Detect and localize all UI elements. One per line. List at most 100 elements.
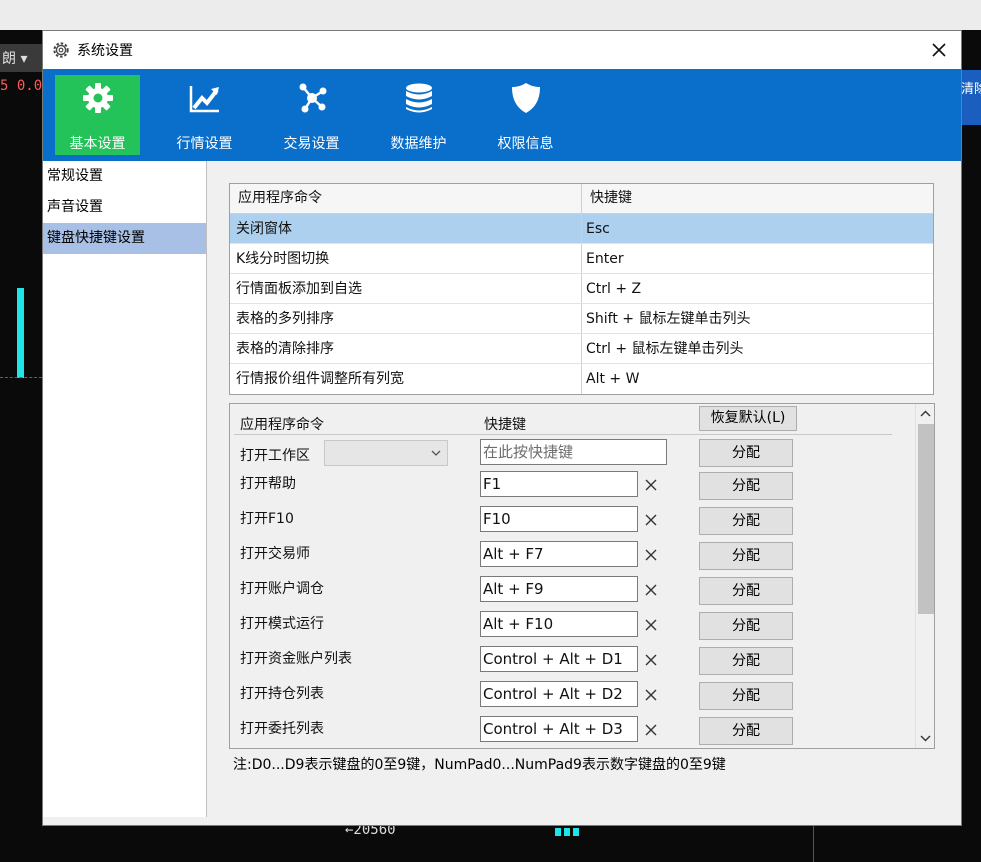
shortcut-input[interactable]: Alt + F10 [480,611,638,637]
row-shortcut: Enter [586,251,624,267]
clear-icon[interactable] [644,478,658,492]
tab-label: 基本设置 [69,136,126,152]
tab-market-settings[interactable]: 行情设置 [162,75,247,155]
tab-label: 交易设置 [283,136,340,152]
workspace-label: 打开工作区 [240,448,310,464]
assign-button[interactable]: 分配 [699,439,793,467]
row-shortcut: Ctrl + 鼠标左键单击列头 [586,341,744,357]
clear-icon[interactable] [644,618,658,632]
workspace-select[interactable] [324,440,448,466]
tab-data-maintenance[interactable]: 数据维护 [376,75,461,155]
clear-icon[interactable] [644,688,658,702]
settings-content: 应用程序命令 快捷键 关闭窗体 Esc K线分时图切换 Enter 行情面板添加… [208,161,961,825]
shortcut-input[interactable]: Control + Alt + D1 [480,646,638,672]
background-divider [813,825,814,862]
table-header: 应用程序命令 快捷键 [230,184,933,214]
system-settings-dialog: 系统设置 基本设置 行情设置 交易设置 数据维护 权限信息 常规设置 声音设置 … [42,30,962,826]
column-header-shortcut[interactable]: 快捷键 [582,184,933,213]
tab-permission-info[interactable]: 权限信息 [483,75,568,155]
shortcut-input[interactable]: F1 [480,471,638,497]
shortcut-assign-panel: 应用程序命令 快捷键 恢复默认(L) 打开工作区 在此按快捷键 分配 打开帮助 … [229,403,935,749]
shortcut-input[interactable]: Control + Alt + D2 [480,681,638,707]
tab-label: 行情设置 [176,136,233,152]
assign-button[interactable]: 分配 [699,507,793,535]
assign-button[interactable]: 分配 [699,542,793,570]
assign-header-shortcut: 快捷键 [484,417,526,433]
assign-row-command: 打开模式运行 [240,616,324,632]
shortcut-input[interactable]: F10 [480,506,638,532]
shield-icon [511,83,540,113]
table-row[interactable]: 表格的多列排序 Shift + 鼠标左键单击列头 [230,304,933,334]
clear-icon[interactable] [644,583,658,597]
header-divider [234,434,892,435]
background-quote-value: 5 0.0 [0,78,43,94]
sidebar-item-general[interactable]: 常规设置 [43,161,206,192]
restore-default-button[interactable]: 恢复默认(L) [699,406,797,431]
assign-button[interactable]: 分配 [699,612,793,640]
assign-header-command: 应用程序命令 [240,417,324,433]
assign-row-command: 打开交易师 [240,546,310,562]
tab-trade-settings[interactable]: 交易设置 [269,75,354,155]
row-command: 关闭窗体 [230,214,582,243]
shortcut-input[interactable]: Alt + F9 [480,576,638,602]
row-shortcut: Ctrl + Z [586,281,642,297]
assign-button[interactable]: 分配 [699,647,793,675]
gear-icon [82,83,113,113]
row-shortcut: Esc [586,221,610,237]
tab-label: 数据维护 [390,136,447,152]
clear-icon[interactable] [644,653,658,667]
tab-basic-settings[interactable]: 基本设置 [55,75,140,155]
assign-button[interactable]: 分配 [699,577,793,605]
row-command: 行情报价组件调整所有列宽 [230,364,582,394]
table-row[interactable]: 行情报价组件调整所有列宽 Alt + W [230,364,933,394]
column-header-command[interactable]: 应用程序命令 [230,184,582,213]
background-period-selector[interactable]: 朗 ▾ [0,44,42,72]
assign-row-command: 打开委托列表 [240,721,324,737]
assign-button[interactable]: 分配 [699,682,793,710]
chevron-up-icon[interactable] [920,410,931,418]
dialog-title: 系统设置 [77,43,133,59]
clear-icon[interactable] [644,548,658,562]
background-clear-button[interactable]: 清除 [961,70,981,125]
database-icon [405,83,432,113]
shortcut-input[interactable]: Alt + F7 [480,541,638,567]
assign-panel-scrollbar[interactable] [915,404,934,748]
table-row[interactable]: 表格的清除排序 Ctrl + 鼠标左键单击列头 [230,334,933,364]
assign-button[interactable]: 分配 [699,472,793,500]
row-command: 行情面板添加到自选 [230,274,582,303]
row-command: 表格的清除排序 [230,334,582,363]
clear-icon[interactable] [644,513,658,527]
key-notation-note: 注:D0...D9表示键盘的0至9键，NumPad0...NumPad9表示数字… [233,757,726,773]
assign-row-command: 打开持仓列表 [240,686,324,702]
row-shortcut: Shift + 鼠标左键单击列头 [586,311,751,327]
gear-icon [53,42,69,58]
assign-row-command: 打开帮助 [240,476,296,492]
chevron-down-icon[interactable] [920,734,931,742]
shortcut-table: 应用程序命令 快捷键 关闭窗体 Esc K线分时图切换 Enter 行情面板添加… [229,183,934,395]
table-row[interactable]: K线分时图切换 Enter [230,244,933,274]
table-row[interactable]: 行情面板添加到自选 Ctrl + Z [230,274,933,304]
sidebar-item-sound[interactable]: 声音设置 [43,192,206,223]
row-command: 表格的多列排序 [230,304,582,333]
chevron-down-icon [431,450,441,456]
table-row[interactable]: 关闭窗体 Esc [230,214,933,244]
settings-category-toolbar: 基本设置 行情设置 交易设置 数据维护 权限信息 [43,69,961,161]
assign-button[interactable]: 分配 [699,717,793,745]
row-shortcut: Alt + W [586,371,640,387]
background-price-line [0,377,42,378]
background-volume-bar [17,288,24,378]
scrollbar-thumb[interactable] [918,424,934,614]
chart-trend-icon [189,86,219,113]
row-command: K线分时图切换 [230,244,582,273]
dialog-titlebar[interactable]: 系统设置 [43,31,961,69]
shortcut-input[interactable]: Control + Alt + D3 [480,716,638,742]
close-icon[interactable] [929,40,949,60]
background-app-topbar [0,0,981,30]
assign-row-command: 打开账户调仓 [240,581,324,597]
sidebar-item-keyboard-shortcuts[interactable]: 键盘快捷键设置 [43,223,206,254]
settings-sidebar: 常规设置 声音设置 键盘快捷键设置 [43,161,207,817]
assign-row-command: 打开资金账户列表 [240,651,352,667]
tab-label: 权限信息 [497,136,554,152]
clear-icon[interactable] [644,723,658,737]
workspace-shortcut-input[interactable]: 在此按快捷键 [480,439,667,465]
